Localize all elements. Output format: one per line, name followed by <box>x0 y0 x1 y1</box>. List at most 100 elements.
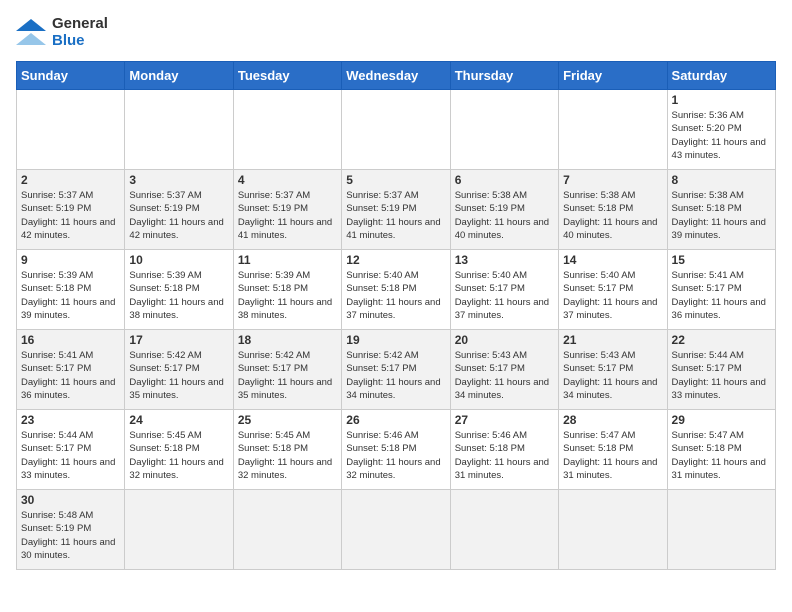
calendar-cell: 23 Sunrise: 5:44 AM Sunset: 5:17 PM Dayli… <box>17 410 125 490</box>
calendar-cell: 3 Sunrise: 5:37 AM Sunset: 5:19 PM Daylig… <box>125 170 233 250</box>
day-info: Sunrise: 5:44 AM Sunset: 5:17 PM Dayligh… <box>672 349 771 402</box>
day-number: 24 <box>129 413 228 427</box>
calendar-cell <box>17 90 125 170</box>
day-number: 18 <box>238 333 337 347</box>
day-info: Sunrise: 5:42 AM Sunset: 5:17 PM Dayligh… <box>346 349 445 402</box>
day-info: Sunrise: 5:41 AM Sunset: 5:17 PM Dayligh… <box>672 269 771 322</box>
calendar-cell: 27 Sunrise: 5:46 AM Sunset: 5:18 PM Dayli… <box>450 410 558 490</box>
calendar-week-row: 16 Sunrise: 5:41 AM Sunset: 5:17 PM Dayli… <box>17 330 776 410</box>
day-info: Sunrise: 5:39 AM Sunset: 5:18 PM Dayligh… <box>129 269 228 322</box>
calendar-cell <box>450 90 558 170</box>
calendar-cell: 4 Sunrise: 5:37 AM Sunset: 5:19 PM Daylig… <box>233 170 341 250</box>
day-number: 15 <box>672 253 771 267</box>
calendar-cell: 11 Sunrise: 5:39 AM Sunset: 5:18 PM Dayli… <box>233 250 341 330</box>
calendar-cell <box>342 490 450 570</box>
calendar-cell: 10Sunrise: 5:39 AM Sunset: 5:18 PM Dayli… <box>125 250 233 330</box>
day-number: 3 <box>129 173 228 187</box>
day-number: 5 <box>346 173 445 187</box>
logo-blue-text: Blue <box>52 33 108 50</box>
day-number: 13 <box>455 253 554 267</box>
calendar-cell <box>559 90 667 170</box>
day-info: Sunrise: 5:37 AM Sunset: 5:19 PM Dayligh… <box>129 189 228 242</box>
day-number: 14 <box>563 253 662 267</box>
day-number: 30 <box>21 493 120 507</box>
day-info: Sunrise: 5:38 AM Sunset: 5:18 PM Dayligh… <box>563 189 662 242</box>
day-info: Sunrise: 5:46 AM Sunset: 5:18 PM Dayligh… <box>346 429 445 482</box>
day-info: Sunrise: 5:43 AM Sunset: 5:17 PM Dayligh… <box>455 349 554 402</box>
calendar-cell: 5Sunrise: 5:37 AM Sunset: 5:19 PM Daylig… <box>342 170 450 250</box>
day-info: Sunrise: 5:47 AM Sunset: 5:18 PM Dayligh… <box>563 429 662 482</box>
day-number: 27 <box>455 413 554 427</box>
calendar-cell: 18 Sunrise: 5:42 AM Sunset: 5:17 PM Dayli… <box>233 330 341 410</box>
day-info: Sunrise: 5:41 AM Sunset: 5:17 PM Dayligh… <box>21 349 120 402</box>
weekday-header-wednesday: Wednesday <box>342 62 450 90</box>
calendar-cell: 13 Sunrise: 5:40 AM Sunset: 5:17 PM Dayli… <box>450 250 558 330</box>
day-info: Sunrise: 5:39 AM Sunset: 5:18 PM Dayligh… <box>238 269 337 322</box>
calendar-cell: 20Sunrise: 5:43 AM Sunset: 5:17 PM Dayli… <box>450 330 558 410</box>
weekday-header-tuesday: Tuesday <box>233 62 341 90</box>
day-number: 23 <box>21 413 120 427</box>
calendar-week-row: 2 Sunrise: 5:37 AM Sunset: 5:19 PM Daylig… <box>17 170 776 250</box>
day-number: 8 <box>672 173 771 187</box>
day-number: 21 <box>563 333 662 347</box>
logo-block: General Blue <box>16 16 108 49</box>
day-number: 6 <box>455 173 554 187</box>
day-number: 25 <box>238 413 337 427</box>
calendar-cell: 29 Sunrise: 5:47 AM Sunset: 5:18 PM Dayli… <box>667 410 775 490</box>
calendar-week-row: 23 Sunrise: 5:44 AM Sunset: 5:17 PM Dayli… <box>17 410 776 490</box>
day-number: 16 <box>21 333 120 347</box>
calendar-cell: 19 Sunrise: 5:42 AM Sunset: 5:17 PM Dayli… <box>342 330 450 410</box>
day-info: Sunrise: 5:47 AM Sunset: 5:18 PM Dayligh… <box>672 429 771 482</box>
day-info: Sunrise: 5:39 AM Sunset: 5:18 PM Dayligh… <box>21 269 120 322</box>
calendar-week-row: 9 Sunrise: 5:39 AM Sunset: 5:18 PM Daylig… <box>17 250 776 330</box>
day-number: 4 <box>238 173 337 187</box>
calendar-cell: 12Sunrise: 5:40 AM Sunset: 5:18 PM Dayli… <box>342 250 450 330</box>
calendar-week-row: 30 Sunrise: 5:48 AM Sunset: 5:19 PM Dayli… <box>17 490 776 570</box>
calendar-cell: 8Sunrise: 5:38 AM Sunset: 5:18 PM Daylig… <box>667 170 775 250</box>
day-info: Sunrise: 5:37 AM Sunset: 5:19 PM Dayligh… <box>238 189 337 242</box>
day-info: Sunrise: 5:42 AM Sunset: 5:17 PM Dayligh… <box>129 349 228 402</box>
calendar-cell: 22 Sunrise: 5:44 AM Sunset: 5:17 PM Dayli… <box>667 330 775 410</box>
day-number: 22 <box>672 333 771 347</box>
day-number: 19 <box>346 333 445 347</box>
calendar-cell: 14 Sunrise: 5:40 AM Sunset: 5:17 PM Dayli… <box>559 250 667 330</box>
weekday-header-monday: Monday <box>125 62 233 90</box>
calendar-cell <box>125 490 233 570</box>
calendar-cell: 30 Sunrise: 5:48 AM Sunset: 5:19 PM Dayli… <box>17 490 125 570</box>
day-info: Sunrise: 5:48 AM Sunset: 5:19 PM Dayligh… <box>21 509 120 562</box>
day-info: Sunrise: 5:43 AM Sunset: 5:17 PM Dayligh… <box>563 349 662 402</box>
calendar-cell: 2 Sunrise: 5:37 AM Sunset: 5:19 PM Daylig… <box>17 170 125 250</box>
weekday-header-thursday: Thursday <box>450 62 558 90</box>
day-number: 1 <box>672 93 771 107</box>
weekday-header-friday: Friday <box>559 62 667 90</box>
calendar-table: SundayMondayTuesdayWednesdayThursdayFrid… <box>16 61 776 570</box>
day-info: Sunrise: 5:40 AM Sunset: 5:17 PM Dayligh… <box>455 269 554 322</box>
calendar-cell: 26 Sunrise: 5:46 AM Sunset: 5:18 PM Dayli… <box>342 410 450 490</box>
calendar-header-row: SundayMondayTuesdayWednesdayThursdayFrid… <box>17 62 776 90</box>
day-info: Sunrise: 5:38 AM Sunset: 5:19 PM Dayligh… <box>455 189 554 242</box>
day-number: 17 <box>129 333 228 347</box>
day-number: 9 <box>21 253 120 267</box>
calendar-cell: 9 Sunrise: 5:39 AM Sunset: 5:18 PM Daylig… <box>17 250 125 330</box>
calendar-cell <box>125 90 233 170</box>
day-number: 29 <box>672 413 771 427</box>
day-number: 7 <box>563 173 662 187</box>
general-blue-triangle-icon <box>16 19 46 47</box>
day-info: Sunrise: 5:46 AM Sunset: 5:18 PM Dayligh… <box>455 429 554 482</box>
day-number: 2 <box>21 173 120 187</box>
day-info: Sunrise: 5:40 AM Sunset: 5:17 PM Dayligh… <box>563 269 662 322</box>
calendar-cell: 17 Sunrise: 5:42 AM Sunset: 5:17 PM Dayli… <box>125 330 233 410</box>
logo-general-text: General <box>52 16 108 33</box>
day-info: Sunrise: 5:45 AM Sunset: 5:18 PM Dayligh… <box>238 429 337 482</box>
day-number: 11 <box>238 253 337 267</box>
calendar-cell <box>667 490 775 570</box>
day-info: Sunrise: 5:44 AM Sunset: 5:17 PM Dayligh… <box>21 429 120 482</box>
day-number: 26 <box>346 413 445 427</box>
calendar-cell: 24Sunrise: 5:45 AM Sunset: 5:18 PM Dayli… <box>125 410 233 490</box>
day-info: Sunrise: 5:42 AM Sunset: 5:17 PM Dayligh… <box>238 349 337 402</box>
day-info: Sunrise: 5:37 AM Sunset: 5:19 PM Dayligh… <box>21 189 120 242</box>
calendar-cell: 28Sunrise: 5:47 AM Sunset: 5:18 PM Dayli… <box>559 410 667 490</box>
calendar-cell: 15 Sunrise: 5:41 AM Sunset: 5:17 PM Dayli… <box>667 250 775 330</box>
calendar-cell: 1Sunrise: 5:36 AM Sunset: 5:20 PM Daylig… <box>667 90 775 170</box>
calendar-cell: 16 Sunrise: 5:41 AM Sunset: 5:17 PM Dayli… <box>17 330 125 410</box>
